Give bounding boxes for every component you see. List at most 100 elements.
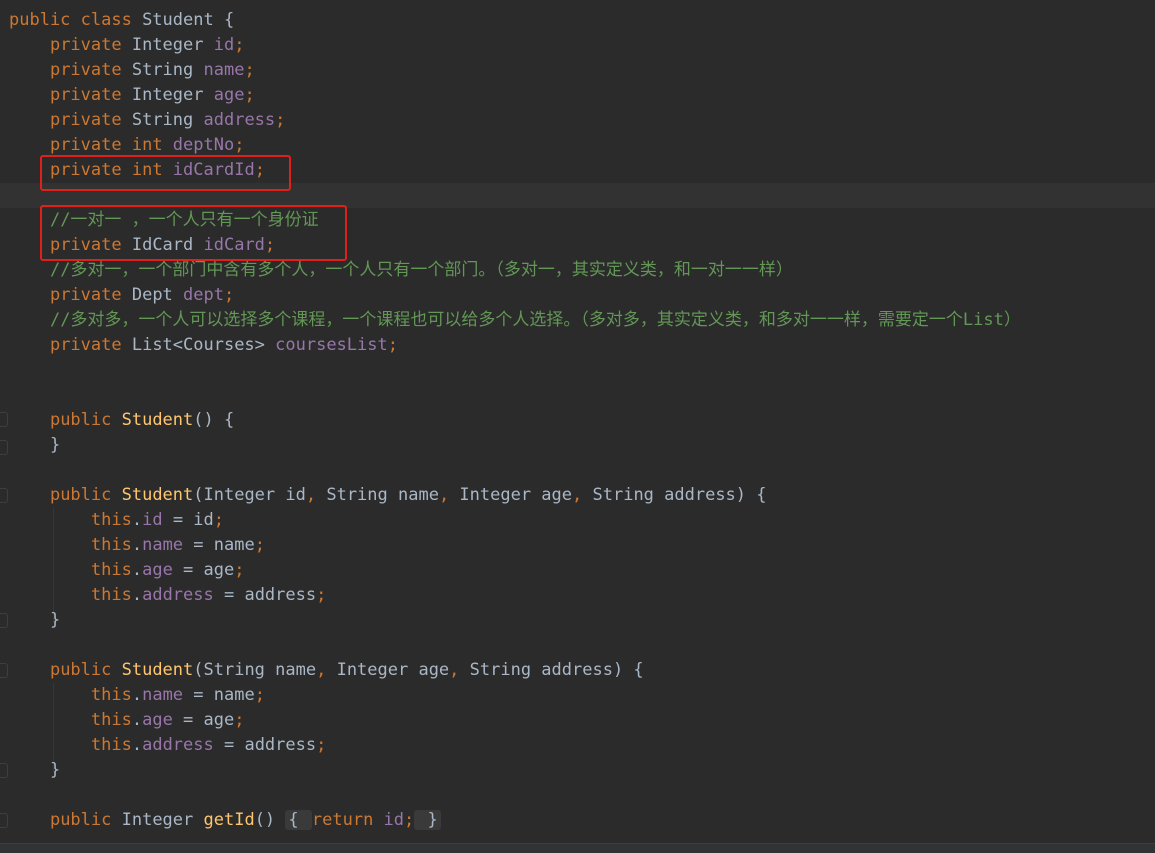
field-name: name xyxy=(142,685,184,705)
punctuation: . xyxy=(131,710,143,730)
punctuation: ; xyxy=(244,60,255,80)
code-line-assign-id[interactable]: this.id = id; xyxy=(0,508,1155,533)
punctuation: ; xyxy=(264,235,276,255)
code-line-constructor-default[interactable]: public Student() { xyxy=(0,408,1155,433)
expression: = id xyxy=(162,510,214,530)
parameter: Integer age xyxy=(459,485,573,505)
code-line-close-brace[interactable]: } xyxy=(0,608,1155,633)
punctuation: ; xyxy=(234,135,245,155)
keyword: private xyxy=(49,335,132,355)
field-name: dept xyxy=(183,285,224,305)
code-line-field-idcard[interactable]: private IdCard idCard; xyxy=(0,233,1155,258)
code-line-assign-age[interactable]: this.age = age; xyxy=(0,558,1155,583)
code-line-empty[interactable] xyxy=(0,633,1155,658)
code-line-empty[interactable] xyxy=(0,383,1155,408)
code-line-assign-name[interactable]: this.name = name; xyxy=(0,683,1155,708)
field-name: address xyxy=(142,735,214,755)
keyword: this xyxy=(90,710,132,730)
code-line-field-age[interactable]: private Integer age; xyxy=(0,83,1155,108)
punctuation: . xyxy=(131,560,143,580)
code-line-close-brace[interactable]: } xyxy=(0,433,1155,458)
punctuation: ; xyxy=(254,535,265,555)
keyword: int xyxy=(131,135,173,155)
field-name: name xyxy=(203,60,245,80)
punctuation: ; xyxy=(234,35,245,55)
code-line-assign-age[interactable]: this.age = age; xyxy=(0,708,1155,733)
code-editor[interactable]: public class Student { private Integer i… xyxy=(0,0,1155,853)
punctuation: ; xyxy=(234,710,245,730)
keyword: int xyxy=(131,160,173,180)
code-line-getter-getid[interactable]: public Integer getId() { return id; } xyxy=(0,808,1155,833)
expression: = address xyxy=(213,735,317,755)
field-name: deptNo xyxy=(172,135,235,155)
keyword: this xyxy=(90,685,132,705)
field-name: coursesList xyxy=(275,335,388,355)
code-line-field-address[interactable]: private String address; xyxy=(0,108,1155,133)
folded-brace[interactable]: } xyxy=(414,810,441,830)
punctuation: . xyxy=(131,735,143,755)
code-line-assign-address[interactable]: this.address = address; xyxy=(0,733,1155,758)
punctuation: } xyxy=(49,760,61,780)
code-line-field-name[interactable]: private String name; xyxy=(0,58,1155,83)
parameter: (Integer id xyxy=(193,485,306,505)
code-line-comment-many-to-one[interactable]: //多对一，一个部门中含有多个人，一个人只有一个部门。（多对一，其实定义类，和一… xyxy=(0,258,1155,283)
field-name: idCardId xyxy=(172,160,255,180)
code-line-constructor-3args[interactable]: public Student(String name, Integer age,… xyxy=(0,658,1155,683)
code-line-field-courseslist[interactable]: private List<Courses> coursesList; xyxy=(0,333,1155,358)
code-line-class-decl[interactable]: public class Student { xyxy=(0,8,1155,33)
parameter: String address) { xyxy=(469,660,644,680)
code-lines: public class Student { private Integer i… xyxy=(0,8,1155,833)
parameter: String address) { xyxy=(592,485,767,505)
punctuation: . xyxy=(131,585,143,605)
field-name: id xyxy=(142,510,163,530)
punctuation: } xyxy=(49,435,61,455)
field-name: id xyxy=(383,810,405,830)
field-name: address xyxy=(142,585,214,605)
punctuation: . xyxy=(131,535,143,555)
code-line-comment-one-to-one[interactable]: //一对一 ，一个人只有一个身份证 xyxy=(0,208,1155,233)
keyword: private xyxy=(49,110,132,130)
code-line-field-dept[interactable]: private Dept dept; xyxy=(0,283,1155,308)
code-line-field-id[interactable]: private Integer id; xyxy=(0,33,1155,58)
keyword: private xyxy=(49,235,132,255)
code-line-assign-address[interactable]: this.address = address; xyxy=(0,583,1155,608)
field-name: age xyxy=(142,710,173,730)
punctuation: ; xyxy=(254,685,265,705)
punctuation: , xyxy=(449,660,470,680)
code-line-empty[interactable] xyxy=(0,783,1155,808)
punctuation: () xyxy=(254,810,286,830)
keyword: this xyxy=(90,510,132,530)
punctuation: , xyxy=(438,485,460,505)
parameter: (String name xyxy=(193,660,317,680)
punctuation: ; xyxy=(404,810,415,830)
method-name: Student xyxy=(121,660,194,680)
type-name: IdCard xyxy=(131,235,204,255)
code-line-assign-name[interactable]: this.name = name; xyxy=(0,533,1155,558)
code-line-close-brace[interactable]: } xyxy=(0,758,1155,783)
punctuation: () { xyxy=(193,410,235,430)
comment: //一对一 ，一个人只有一个身份证 xyxy=(49,210,319,230)
code-line-field-deptno[interactable]: private int deptNo; xyxy=(0,133,1155,158)
field-name: name xyxy=(142,535,184,555)
type-name: String xyxy=(131,110,204,130)
keyword: public xyxy=(49,485,122,505)
code-line-constructor-4args[interactable]: public Student(Integer id, String name, … xyxy=(0,483,1155,508)
punctuation: } xyxy=(49,610,61,630)
keyword: this xyxy=(90,535,132,555)
punctuation: ; xyxy=(316,585,327,605)
keyword: private xyxy=(49,285,132,305)
code-line-empty[interactable] xyxy=(0,458,1155,483)
expression: = address xyxy=(213,585,317,605)
punctuation: ; xyxy=(387,335,398,355)
type-name: Integer xyxy=(131,35,214,55)
method-name: getId xyxy=(203,810,255,830)
code-line-current-empty[interactable] xyxy=(0,183,1155,208)
code-line-comment-many-to-many[interactable]: //多对多，一个人可以选择多个课程，一个课程也可以给多个人选择。（多对多，其实定… xyxy=(0,308,1155,333)
punctuation: ; xyxy=(223,285,235,305)
code-line-empty[interactable] xyxy=(0,358,1155,383)
folded-brace[interactable]: { xyxy=(285,810,312,830)
keyword: public xyxy=(49,660,122,680)
parameter: String name xyxy=(326,485,439,505)
code-line-field-idcardid[interactable]: private int idCardId; xyxy=(0,158,1155,183)
type-name: List<Courses> xyxy=(131,335,276,355)
